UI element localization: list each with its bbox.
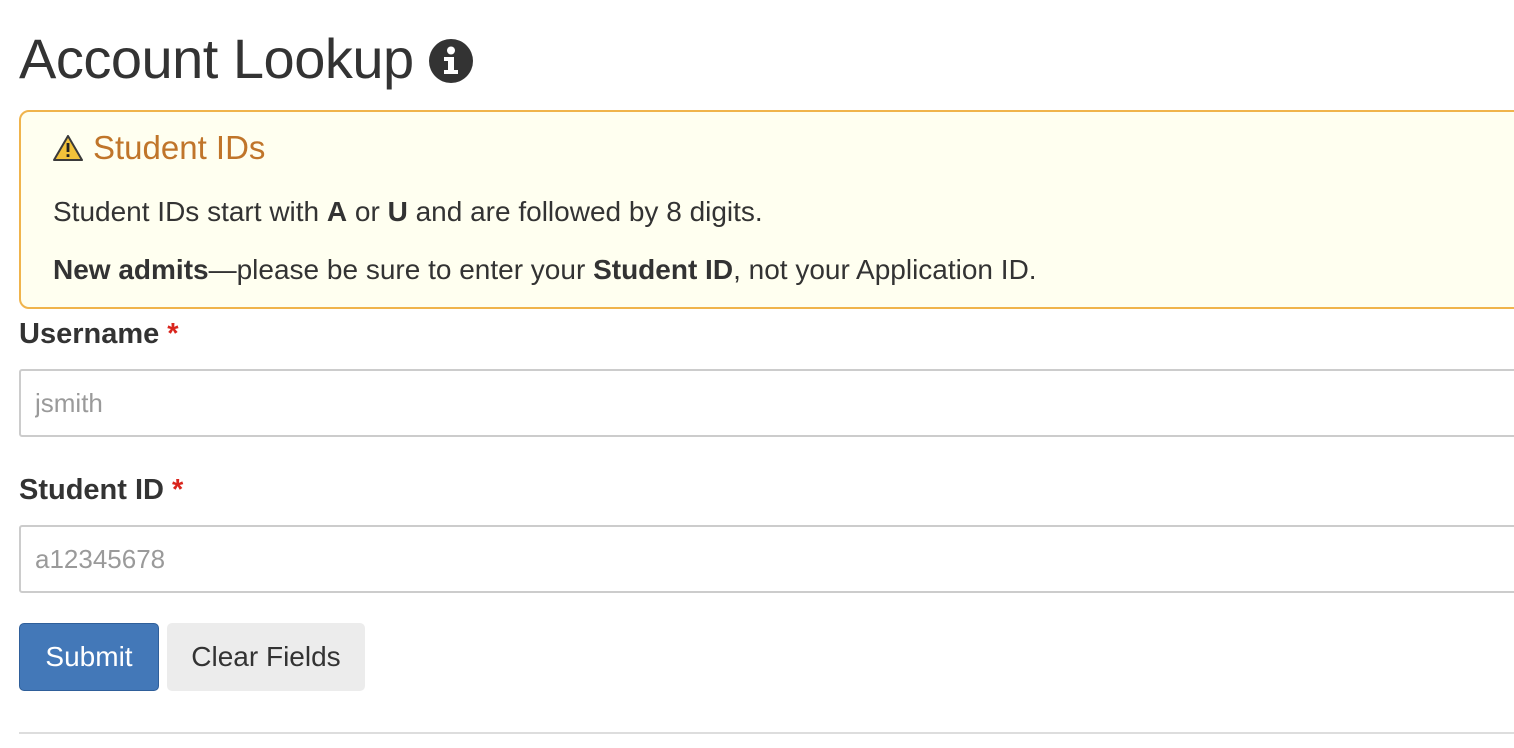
required-asterisk: * <box>172 474 184 506</box>
account-lookup-page: Account Lookup Student IDs Student IDs s… <box>0 0 1514 748</box>
student-id-label-text: Student ID <box>19 474 164 506</box>
alert-text: —please be sure to enter your <box>208 254 594 285</box>
username-label-text: Username <box>19 318 160 350</box>
alert-heading: Student IDs <box>53 129 265 167</box>
student-id-input[interactable] <box>19 525 1514 593</box>
alert-text: and are followed by 8 digits. <box>407 196 763 227</box>
alert-bold-text: U <box>387 196 408 227</box>
title-row: Account Lookup <box>19 24 474 94</box>
clear-fields-button[interactable]: Clear Fields <box>167 623 365 691</box>
alert-new-admits-text: New admits—please be sure to enter your … <box>53 254 1037 286</box>
alert-bold-text: Student ID <box>593 254 734 285</box>
username-label: Username * <box>19 318 179 351</box>
required-asterisk: * <box>167 318 179 350</box>
warning-triangle-icon <box>53 135 83 161</box>
alert-text: Student IDs start with <box>53 196 327 227</box>
alert-id-format-text: Student IDs start with A or U and are fo… <box>53 196 763 228</box>
info-circle-icon[interactable] <box>428 38 474 84</box>
username-input[interactable] <box>19 369 1514 437</box>
alert-text: , not your Application ID. <box>733 254 1037 285</box>
alert-text: or <box>347 196 388 227</box>
alert-bold-text: A <box>326 196 348 227</box>
page-title: Account Lookup <box>19 27 414 90</box>
divider <box>19 732 1514 734</box>
submit-button[interactable]: Submit <box>19 623 159 691</box>
alert-bold-text: New admits <box>53 254 209 285</box>
student-ids-alert: Student IDs Student IDs start with A or … <box>19 110 1514 309</box>
alert-title: Student IDs <box>93 129 266 166</box>
student-id-label: Student ID * <box>19 474 183 507</box>
